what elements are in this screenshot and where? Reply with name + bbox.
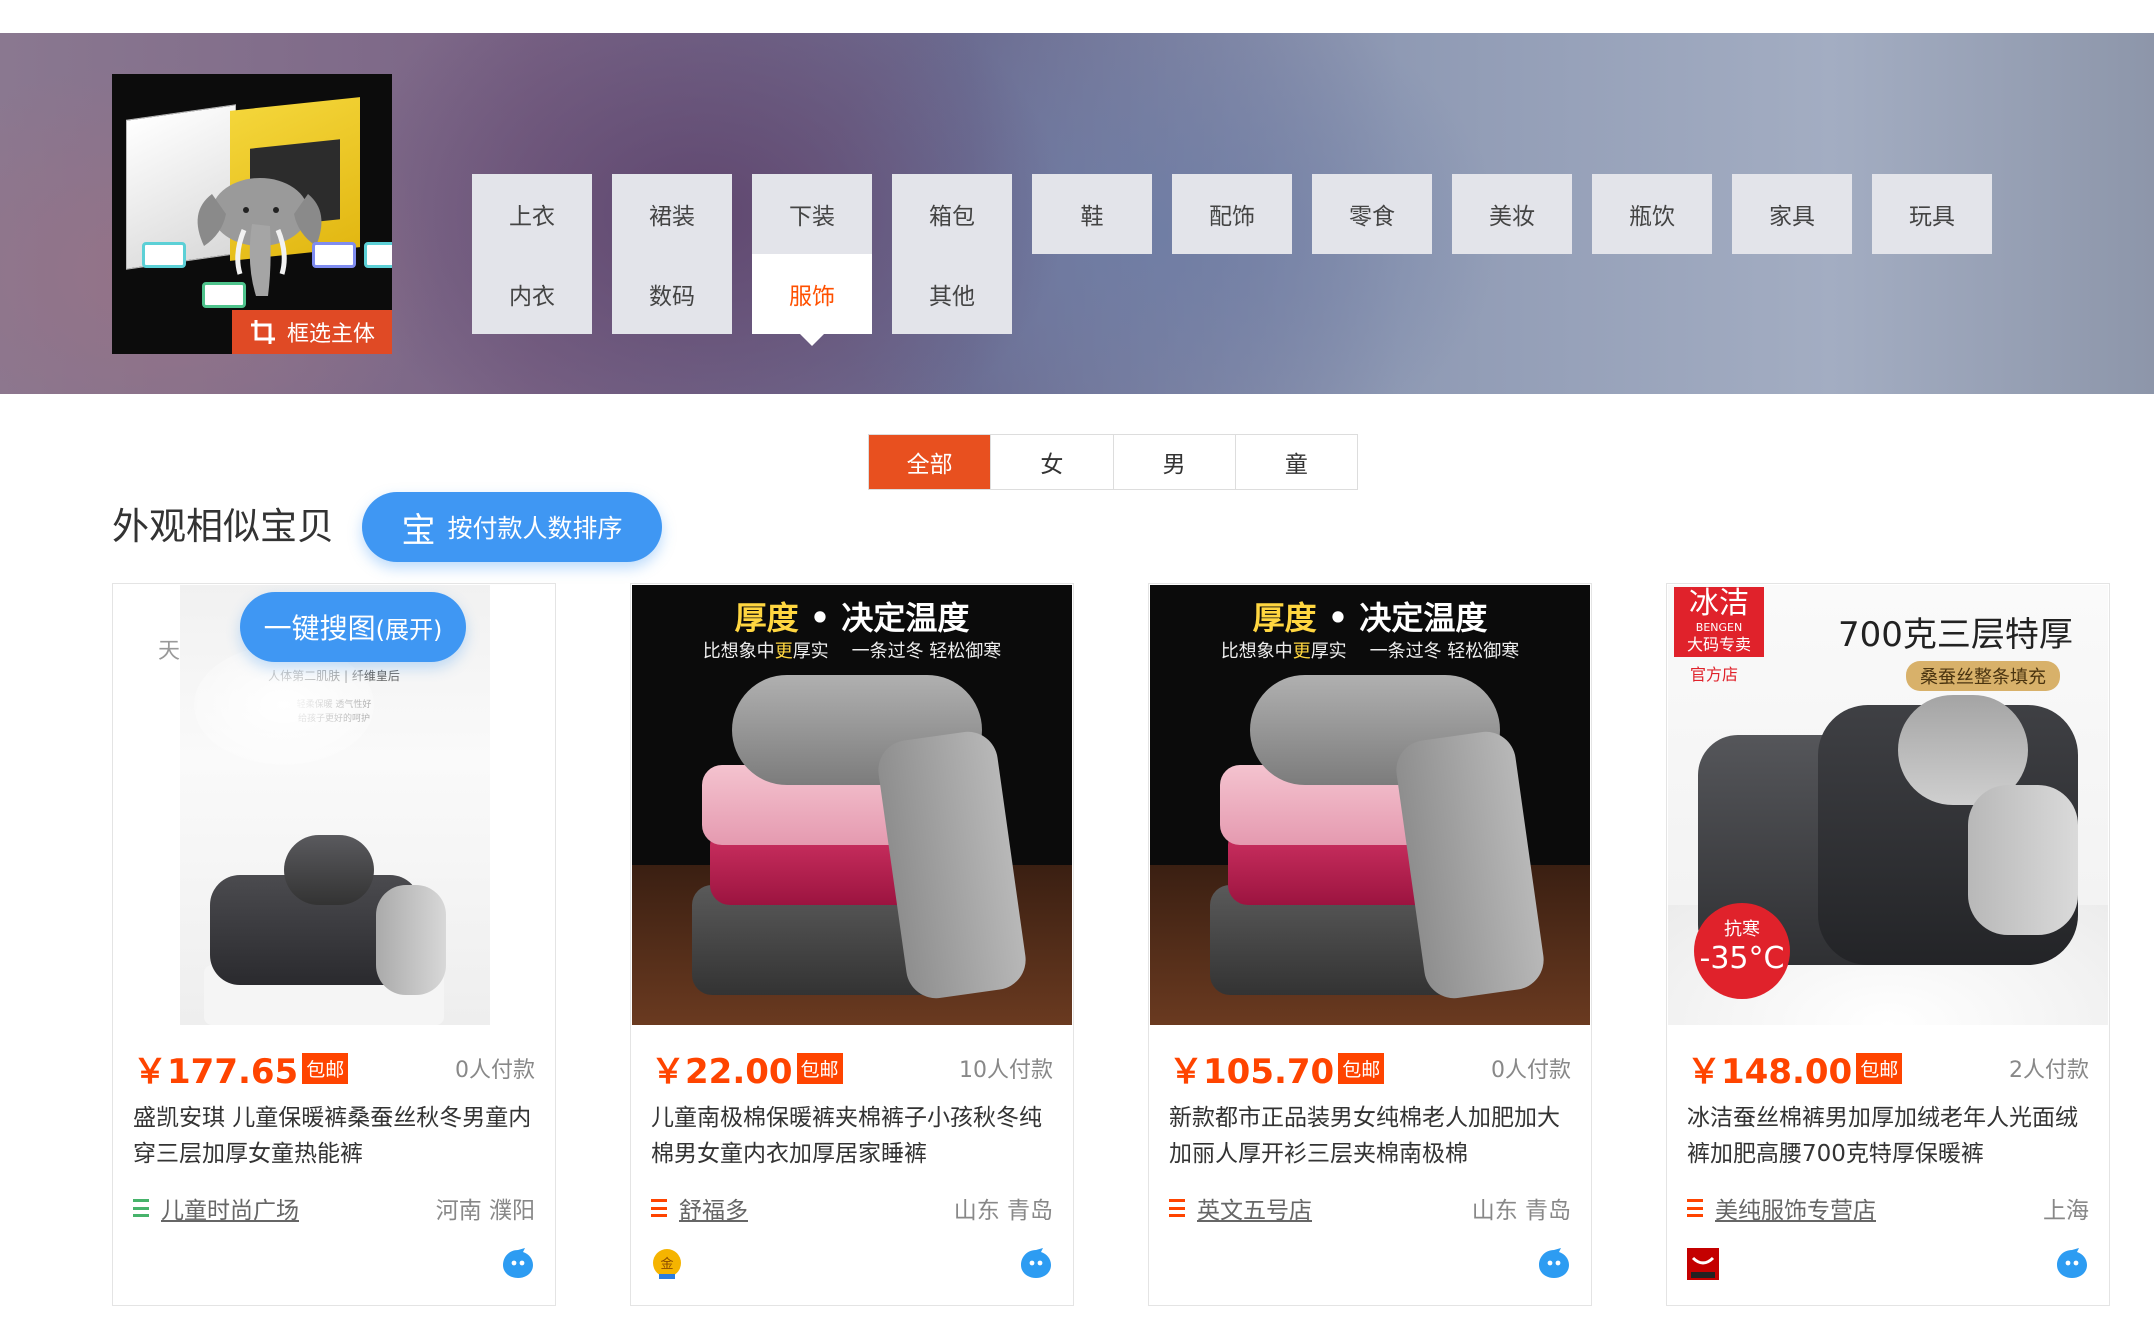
wangwang-chat-icon[interactable] — [2055, 1248, 2089, 1280]
price: ￥105.70 — [1169, 1051, 1335, 1092]
location: 上海 — [2043, 1198, 2089, 1224]
image-text: 天 — [158, 639, 181, 664]
image-headline: 厚度 • 决定温度 — [1252, 599, 1488, 637]
official-store-label: 官方店 — [1690, 665, 1739, 684]
shop-icon — [133, 1199, 149, 1217]
category-beauty[interactable]: 美妆 — [1452, 174, 1572, 254]
image-pill: 桑蚕丝整条填充 — [1906, 661, 2060, 691]
product-title[interactable]: 盛凯安琪 儿童保暖裤桑蚕丝秋冬男童内穿三层加厚女童热能裤 — [133, 1100, 535, 1172]
tab-men[interactable]: 男 — [1112, 435, 1235, 489]
product-card[interactable]: 厚度 • 决定温度 比想象中更厚实 一条过冬 轻松御寒 ￥105.70 包邮 0… — [1148, 583, 1592, 1306]
category-bags[interactable]: 箱包 — [892, 174, 1012, 254]
crop-subject-button[interactable]: 框选主体 — [232, 310, 392, 354]
category-furniture[interactable]: 家具 — [1732, 174, 1852, 254]
category-bottled-drinks[interactable]: 瓶饮 — [1592, 174, 1712, 254]
wangwang-chat-icon[interactable] — [1019, 1248, 1053, 1280]
shop-icon — [651, 1199, 667, 1217]
location: 河南 濮阳 — [435, 1198, 535, 1224]
gold-seller-badge-icon: 金 — [653, 1249, 681, 1279]
location: 山东 青岛 — [1471, 1198, 1571, 1224]
brand-logo: 冰洁 BENGEN 大码专卖 — [1674, 587, 1764, 657]
category-snacks[interactable]: 零食 — [1312, 174, 1432, 254]
shop-name-link[interactable]: 英文五号店 — [1197, 1191, 1312, 1225]
location: 山东 青岛 — [953, 1198, 1053, 1224]
product-image[interactable]: 厚度 • 决定温度 比想象中更厚实 一条过冬 轻松御寒 — [632, 585, 1072, 1025]
product-card[interactable]: 天 人体第二肌肤 | 纤维皇后 轻柔保暖 透气性好 给孩子更好的呵护 ￥177.… — [112, 583, 556, 1306]
buyer-count: 10人付款 — [959, 1058, 1053, 1083]
free-shipping-badge: 包邮 — [302, 1052, 349, 1084]
category-tops[interactable]: 上衣 — [472, 174, 592, 254]
crop-subject-label: 框选主体 — [286, 322, 375, 347]
image-search-expand-button[interactable]: 一键搜图 (展开) — [240, 592, 466, 662]
product-title[interactable]: 冰洁蚕丝棉裤男加厚加绒老年人光面绒裤加肥高腰700克特厚保暖裤 — [1687, 1100, 2089, 1172]
buyer-count: 0人付款 — [1491, 1058, 1571, 1083]
gender-filter-tabs: 全部 女 男 童 — [868, 434, 1358, 490]
category-digital[interactable]: 数码 — [612, 254, 732, 334]
shop-name-link[interactable]: 儿童时尚广场 — [161, 1191, 299, 1225]
buyer-count: 2人付款 — [2009, 1058, 2089, 1083]
product-image[interactable]: 厚度 • 决定温度 比想象中更厚实 一条过冬 轻松御寒 — [1150, 585, 1590, 1025]
price: ￥177.65 — [133, 1051, 299, 1092]
category-apparel[interactable]: 服饰 — [752, 254, 872, 346]
sort-label: 按付款人数排序 — [447, 514, 623, 543]
product-image[interactable]: 冰洁 BENGEN 大码专卖 官方店 700克三层特厚 桑蚕丝整条填充 抗寒 -… — [1668, 585, 2108, 1025]
search-banner: 框选主体 上衣 裙装 下装 箱包 鞋 配饰 零食 美妆 瓶饮 家具 玩具 内衣 … — [0, 33, 2154, 394]
buyer-count: 0人付款 — [455, 1058, 535, 1083]
query-image-thumbnail[interactable]: 框选主体 — [112, 74, 392, 354]
wangwang-chat-icon[interactable] — [1537, 1248, 1571, 1280]
bao-icon: 宝 — [401, 510, 436, 551]
image-headline: 厚度 • 决定温度 — [734, 599, 970, 637]
free-shipping-badge: 包邮 — [796, 1052, 843, 1084]
product-title[interactable]: 新款都市正品装男女纯棉老人加肥加大加丽人厚开衫三层夹棉南极棉 — [1169, 1100, 1571, 1172]
tab-all[interactable]: 全部 — [869, 435, 991, 489]
image-search-label: 一键搜图 — [263, 612, 376, 645]
sort-by-buyers-button[interactable]: 宝 按付款人数排序 — [362, 492, 662, 562]
category-underwear[interactable]: 内衣 — [472, 254, 592, 334]
category-dresses[interactable]: 裙装 — [612, 174, 732, 254]
image-subline: 比想象中更厚实 一条过冬 轻松御寒 — [702, 641, 1002, 662]
expand-label: (展开) — [375, 615, 443, 644]
category-toys[interactable]: 玩具 — [1872, 174, 1992, 254]
category-accessories[interactable]: 配饰 — [1172, 174, 1292, 254]
shop-icon — [1169, 1199, 1185, 1217]
image-headline: 700克三层特厚 — [1838, 615, 2073, 655]
section-title: 外观相似宝贝 — [112, 505, 334, 548]
crop-icon — [250, 320, 275, 344]
image-subline: 比想象中更厚实 一条过冬 轻松御寒 — [1220, 641, 1520, 662]
shop-name-link[interactable]: 舒福多 — [679, 1191, 748, 1225]
product-title[interactable]: 儿童南极棉保暖裤夹棉裤子小孩秋冬纯棉男女童内衣加厚居家睡裤 — [651, 1100, 1053, 1172]
free-shipping-badge: 包邮 — [1338, 1052, 1385, 1084]
tab-kids[interactable]: 童 — [1234, 435, 1357, 489]
tmall-badge-icon — [1687, 1248, 1719, 1280]
cold-resistance-badge: 抗寒 -35°C — [1694, 903, 1790, 999]
category-other[interactable]: 其他 — [892, 254, 1012, 334]
free-shipping-badge: 包邮 — [1856, 1052, 1903, 1084]
price: ￥22.00 — [651, 1051, 793, 1092]
wangwang-chat-icon[interactable] — [501, 1248, 535, 1280]
product-card[interactable]: 冰洁 BENGEN 大码专卖 官方店 700克三层特厚 桑蚕丝整条填充 抗寒 -… — [1666, 583, 2110, 1306]
tab-women[interactable]: 女 — [990, 435, 1112, 489]
product-card[interactable]: 厚度 • 决定温度 比想象中更厚实 一条过冬 轻松御寒 ￥22.00 包邮 10… — [630, 583, 1074, 1306]
svg-text:金: 金 — [660, 1256, 673, 1272]
shop-icon — [1687, 1199, 1703, 1217]
category-shoes[interactable]: 鞋 — [1032, 174, 1152, 254]
category-bottoms[interactable]: 下装 — [752, 174, 872, 254]
shop-name-link[interactable]: 美纯服饰专营店 — [1715, 1191, 1876, 1225]
price: ￥148.00 — [1687, 1051, 1853, 1092]
